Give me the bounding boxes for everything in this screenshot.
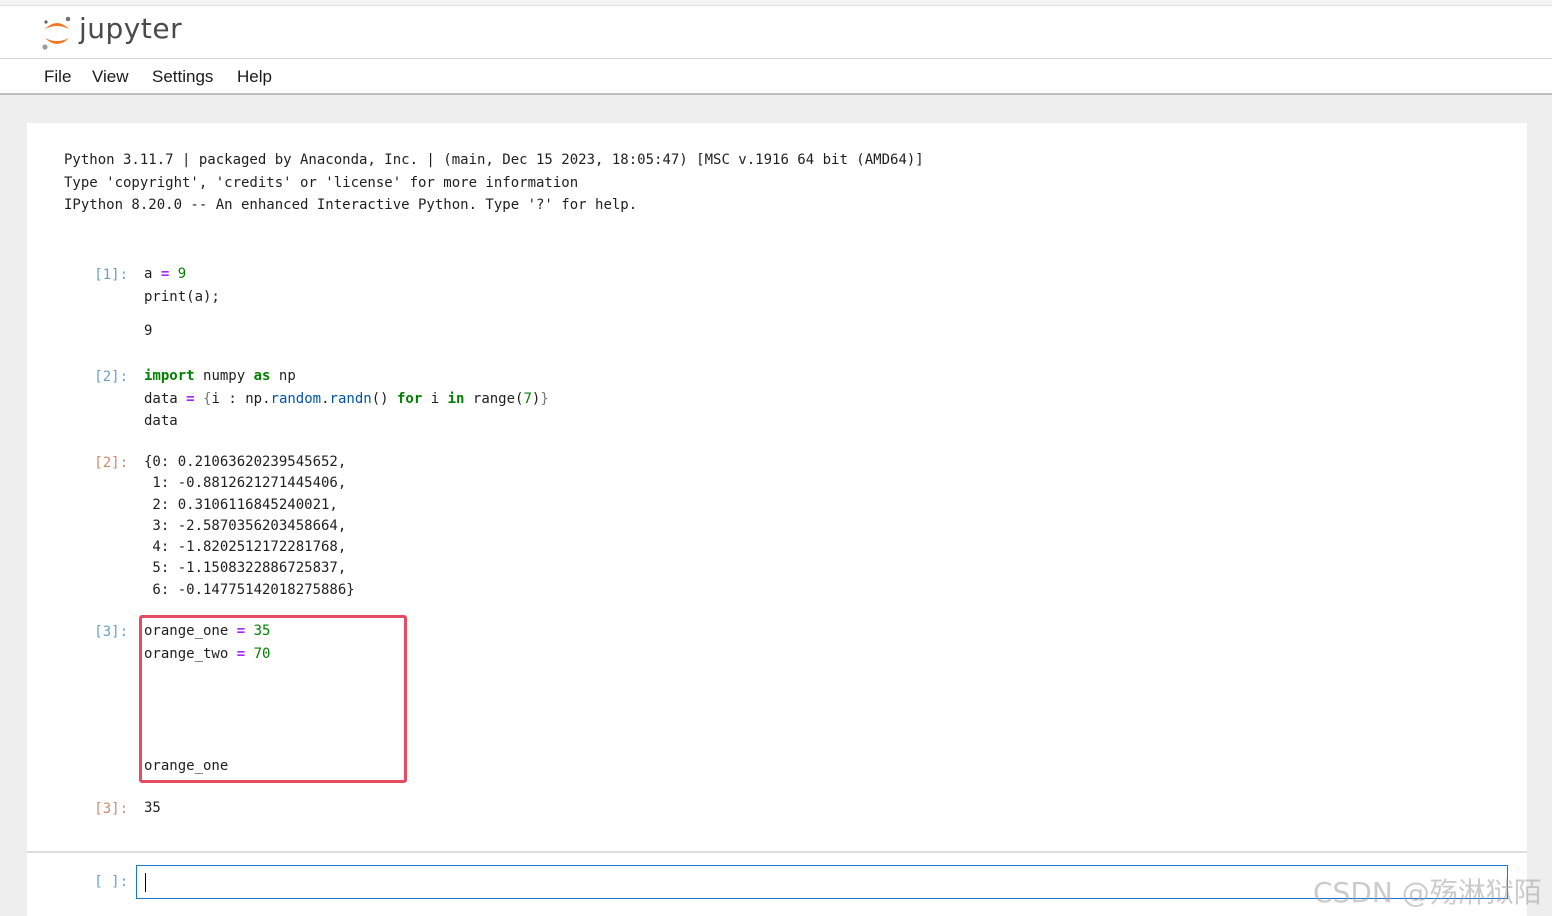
jupyter-logo-text[interactable]: jupyter <box>79 12 182 45</box>
banner-line: Python 3.11.7 | packaged by Anaconda, In… <box>64 152 924 168</box>
out-prompt: [2]: <box>94 455 128 471</box>
banner-line: Type 'copyright', 'credits' or 'license'… <box>64 174 579 191</box>
code-line: data = {i : np.random.randn() for i in r… <box>144 390 549 407</box>
out-prompt: [3]: <box>94 801 128 817</box>
in-prompt: [2]: <box>94 369 128 385</box>
cell-2-code[interactable]: import numpy as np data = {i : np.random.… <box>144 365 549 433</box>
output-line: 5: -1.1508322886725837, <box>144 560 347 577</box>
output-line: 1: -0.8812621271445406, <box>144 475 347 492</box>
menu-help[interactable]: Help <box>237 67 272 87</box>
text-caret <box>145 873 146 892</box>
code-line: print(a); <box>144 288 220 305</box>
banner-line: IPython 8.20.0 -- An enhanced Interactiv… <box>64 197 638 213</box>
output-line: 2: 0.3106116845240021, <box>144 496 338 513</box>
cell-2-output: {0: 0.21063620239545652, 1: -0.881262127… <box>144 452 355 601</box>
output-line: 6: -0.14775142018275886} <box>144 581 355 598</box>
output-line: 4: -1.8202512172281768, <box>144 539 347 556</box>
in-prompt: [3]: <box>94 624 128 640</box>
jupyter-logo-icon[interactable] <box>40 14 74 52</box>
highlight-annotation-box <box>139 615 407 783</box>
code-line: import numpy as np <box>144 368 296 384</box>
in-prompt: [1]: <box>94 267 128 283</box>
cell-3-output: 35 <box>144 800 161 816</box>
output-line: {0: 0.21063620239545652, <box>144 454 347 470</box>
output-line: 3: -2.5870356203458664, <box>144 517 347 534</box>
code-line: data <box>144 413 178 429</box>
menu-settings[interactable]: Settings <box>152 67 213 87</box>
python-banner: Python 3.11.7 | packaged by Anaconda, In… <box>64 149 924 217</box>
watermark: CSDN @殇淋狱陌 <box>1313 876 1542 909</box>
cell-1-stdout: 9 <box>144 323 153 339</box>
in-prompt-empty: [ ]: <box>94 874 128 890</box>
code-line: a = 9 <box>144 266 187 282</box>
cell-1-code[interactable]: a = 9 print(a); <box>144 263 220 308</box>
menu-view[interactable]: View <box>92 67 129 87</box>
menu-file[interactable]: File <box>44 67 71 87</box>
menu-bar: File View Settings Help <box>0 59 1552 95</box>
code-input-field[interactable] <box>136 865 1508 899</box>
app-header: jupyter <box>0 6 1552 59</box>
